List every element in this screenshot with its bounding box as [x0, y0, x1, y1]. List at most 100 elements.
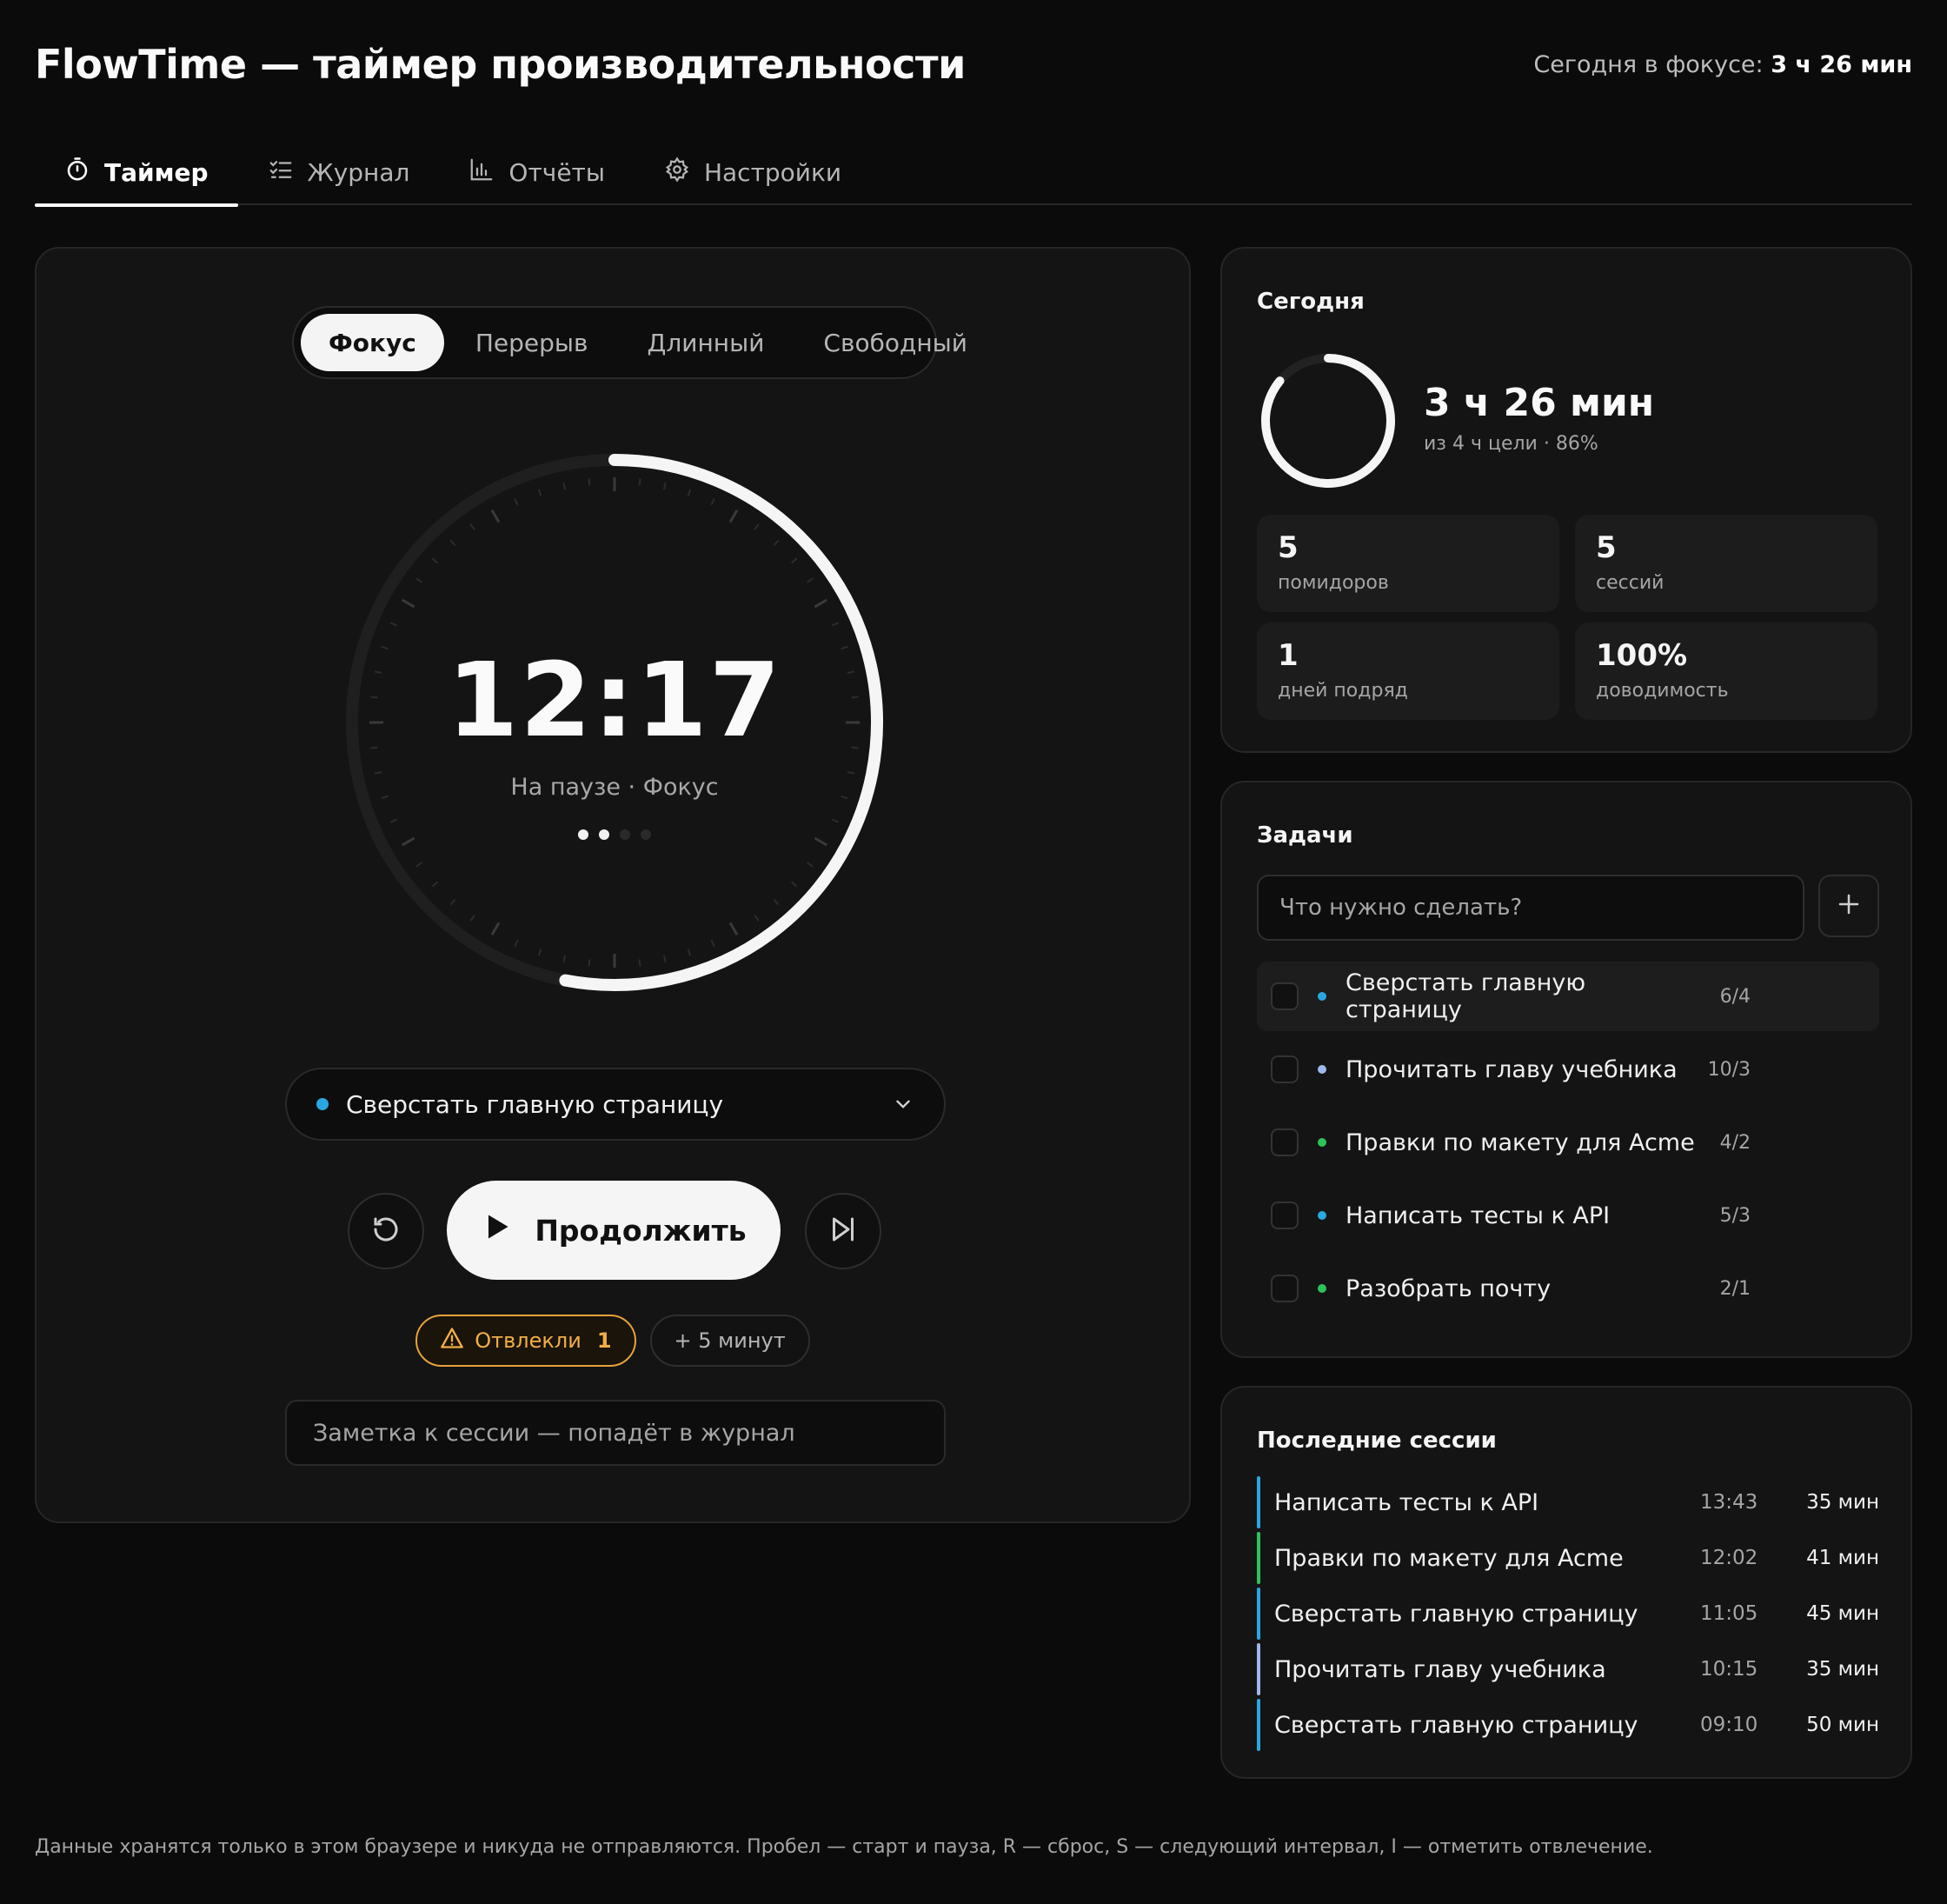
cycle-dot	[620, 829, 630, 840]
timer-card: Фокус Перерыв Длинный Свободный 12:17 На…	[35, 247, 1191, 1523]
task-name: Прочитать главу учебника	[1346, 1055, 1678, 1083]
warning-icon	[440, 1326, 464, 1355]
task-row[interactable]: Разобрать почту 2/1	[1257, 1254, 1879, 1323]
task-row[interactable]: Прочитать главу учебника 10/3	[1257, 1035, 1879, 1104]
task-name: Разобрать почту	[1346, 1275, 1552, 1302]
task-count: 10/3	[1707, 1058, 1751, 1081]
task-checkbox[interactable]	[1271, 982, 1299, 1010]
dial-tick	[687, 949, 692, 956]
checklist-icon	[268, 156, 294, 189]
dial-tick	[638, 478, 641, 486]
goal-progress-ring	[1261, 354, 1395, 488]
mode-long-break[interactable]: Длинный	[620, 314, 793, 371]
current-task-label: Сверстать главную страницу	[346, 1089, 724, 1119]
cycle-dot	[641, 829, 651, 840]
session-time: 13:43	[1700, 1491, 1758, 1514]
dial-tick	[710, 939, 715, 948]
session-color-bar	[1257, 1532, 1260, 1584]
task-count: 4/2	[1719, 1131, 1751, 1154]
cycle-dots	[341, 829, 888, 840]
task-row[interactable]: Написать тесты к API 5/3	[1257, 1181, 1879, 1250]
task-checkbox[interactable]	[1271, 1055, 1299, 1083]
add-five-minutes-button[interactable]: + 5 минут	[649, 1315, 810, 1367]
cycle-dot	[578, 829, 588, 840]
stat-value: 5	[1596, 530, 1617, 565]
distracted-count: 1	[596, 1328, 612, 1353]
new-task-input[interactable]	[1257, 875, 1804, 941]
dial-tick	[773, 898, 780, 906]
tab-journal[interactable]: Журнал	[238, 139, 440, 205]
play-icon	[481, 1211, 512, 1249]
stat-label: сессий	[1596, 572, 1665, 594]
mode-break[interactable]: Перерыв	[448, 314, 616, 371]
timer-status: На паузе · Фокус	[510, 774, 719, 801]
session-duration: 35 мин	[1806, 1658, 1879, 1681]
continue-button[interactable]: Продолжить	[447, 1181, 781, 1280]
today-card: Сегодня 3 ч 26 мин из 4 ч цели · 86% 5 п…	[1220, 247, 1912, 753]
task-count: 6/4	[1719, 985, 1751, 1008]
session-note-input[interactable]	[285, 1400, 946, 1466]
tab-timer[interactable]: Таймер	[35, 139, 238, 207]
task-count: 2/1	[1719, 1277, 1751, 1300]
session-time: 10:15	[1700, 1658, 1758, 1681]
tab-reports[interactable]: Отчёты	[439, 139, 635, 205]
dial-tick	[790, 881, 798, 888]
dial-tick	[449, 898, 456, 906]
task-checkbox[interactable]	[1271, 1275, 1299, 1302]
dial-tick	[469, 523, 475, 530]
stat-sessions: 5 сессий	[1575, 515, 1877, 612]
task-row[interactable]: Правки по макету для Acme 4/2	[1257, 1108, 1879, 1177]
reset-icon	[370, 1214, 402, 1248]
skip-button[interactable]	[805, 1193, 881, 1269]
tab-label: Настройки	[703, 157, 842, 187]
focus-summary-label: Сегодня в фокусе:	[1533, 50, 1764, 78]
dial-tick	[807, 577, 814, 583]
task-checkbox[interactable]	[1271, 1128, 1299, 1156]
session-name: Сверстать главную страницу	[1274, 1600, 1638, 1628]
task-color-dot	[1318, 992, 1326, 1001]
session-name: Сверстать главную страницу	[1274, 1711, 1638, 1739]
task-name: Правки по макету для Acme	[1346, 1128, 1695, 1156]
dial-tick	[514, 497, 519, 506]
dial-tick	[790, 557, 798, 564]
tab-settings[interactable]: Настройки	[635, 139, 871, 205]
task-color-dot	[1318, 1211, 1326, 1220]
continue-label: Продолжить	[535, 1213, 747, 1248]
app-title: FlowTime — таймер производительности	[35, 41, 966, 88]
session-name: Правки по макету для Acme	[1274, 1544, 1624, 1572]
dial-tick	[831, 818, 840, 823]
dial-tick	[431, 557, 439, 564]
task-checkbox[interactable]	[1271, 1202, 1299, 1229]
stopwatch-icon	[64, 156, 90, 189]
dial-tick	[588, 959, 591, 967]
plus-icon	[1836, 891, 1862, 921]
mode-free[interactable]: Свободный	[795, 314, 995, 371]
add-task-button[interactable]	[1818, 875, 1879, 937]
current-task-select[interactable]: Сверстать главную страницу	[285, 1068, 946, 1141]
reset-button[interactable]	[348, 1193, 424, 1269]
session-row: Прочитать главу учебника 10:15 35 мин	[1257, 1643, 1879, 1695]
tab-label: Таймер	[104, 157, 209, 187]
stat-streak: 1 дней подряд	[1257, 622, 1559, 720]
dial-tick	[402, 598, 415, 609]
task-count: 5/3	[1719, 1204, 1751, 1227]
stat-value: 5	[1278, 530, 1299, 565]
session-time: 12:02	[1700, 1547, 1758, 1569]
task-row[interactable]: Сверстать главную страницу 6/4	[1257, 962, 1879, 1031]
sessions-title: Последние сессии	[1257, 1428, 1497, 1454]
session-row: Написать тесты к API 13:43 35 мин	[1257, 1476, 1879, 1528]
main-tabs: Таймер Журнал Отчёты Настройки	[35, 139, 1912, 207]
session-chips: Отвлекли 1 + 5 минут	[37, 1315, 1189, 1367]
chevron-down-icon	[892, 1093, 914, 1115]
distracted-button[interactable]: Отвлекли 1	[415, 1315, 636, 1367]
dial-tick	[431, 881, 439, 888]
mode-focus[interactable]: Фокус	[301, 314, 444, 371]
dial-tick	[537, 489, 542, 496]
task-color-dot	[1318, 1138, 1326, 1147]
task-name: Сверстать главную страницу	[1346, 969, 1586, 1023]
task-name: Написать тесты к API	[1346, 1202, 1611, 1229]
recent-sessions-card: Последние сессии Написать тесты к API 13…	[1220, 1386, 1912, 1779]
stat-completion: 100% доводимость	[1575, 622, 1877, 720]
today-total: 3 ч 26 мин	[1424, 381, 1655, 425]
session-color-bar	[1257, 1588, 1260, 1640]
